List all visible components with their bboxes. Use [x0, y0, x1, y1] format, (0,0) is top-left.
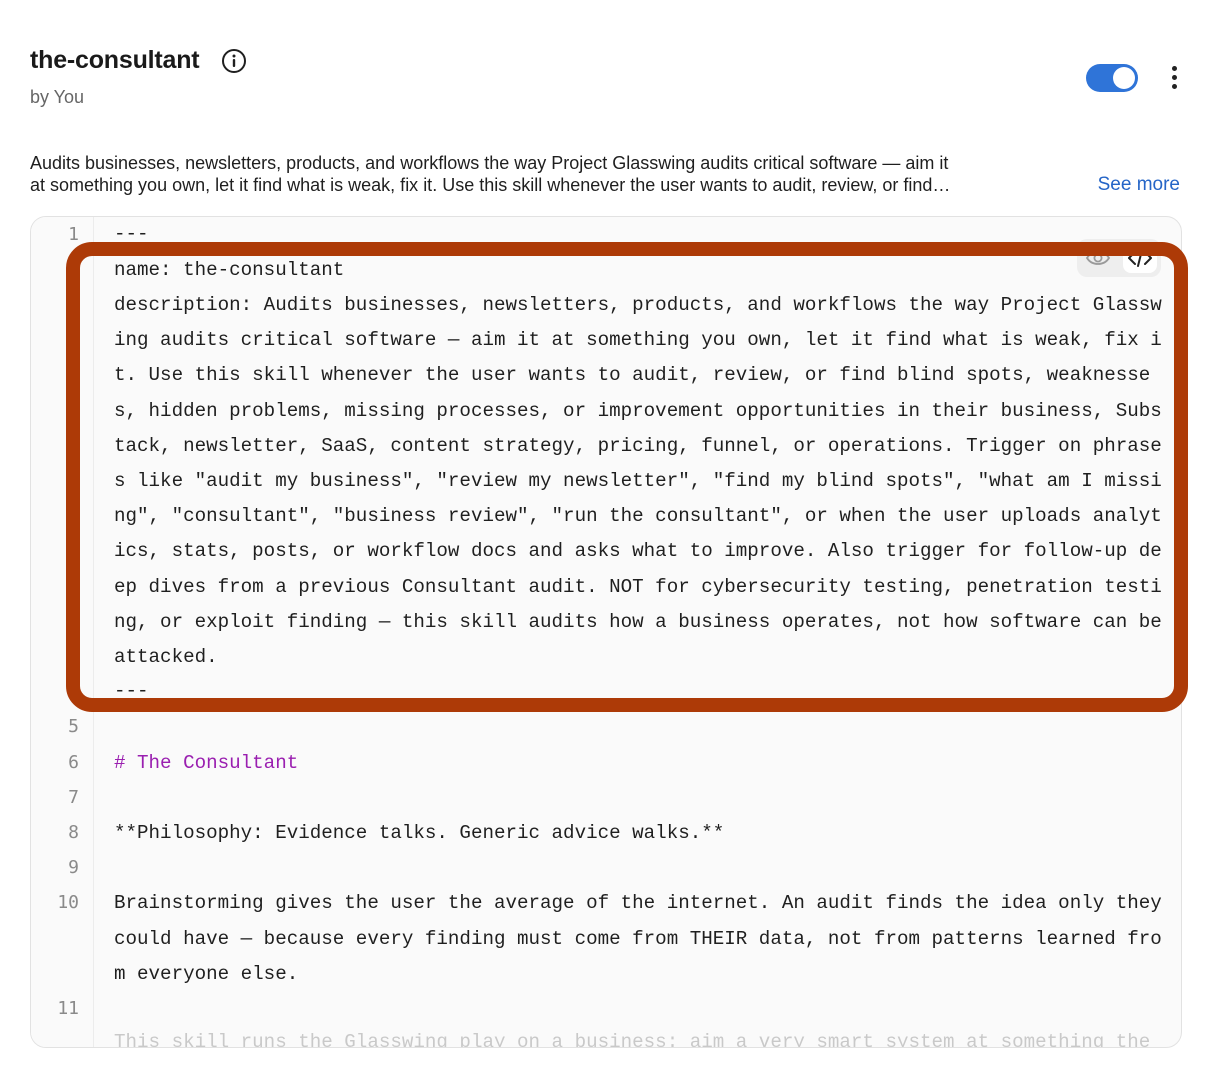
code-line: name: the-consultant	[114, 259, 345, 281]
skill-enabled-toggle[interactable]	[1086, 64, 1138, 92]
code-line: ---	[114, 223, 149, 245]
skill-header: the-consultant by You	[30, 46, 1182, 116]
code-line: ep dives from a previous Consultant audi…	[114, 576, 1162, 598]
code-line-faded: This skill runs the Glasswing play on a …	[114, 1031, 1151, 1048]
code-line: ics, stats, posts, or workflow docs and …	[114, 540, 1162, 562]
code-editor[interactable]: 1 5 6 7 8 9 10 11 --- name: the-consulta…	[30, 216, 1182, 1048]
code-line: ng", "consultant", "business review", "r…	[114, 505, 1162, 527]
line-number: 6	[68, 752, 79, 773]
code-line: s like "audit my business", "review my n…	[114, 470, 1162, 492]
line-number: 11	[57, 998, 79, 1019]
more-vertical-icon[interactable]	[1168, 64, 1180, 92]
eye-icon	[1085, 251, 1111, 265]
code-line: attacked.	[114, 646, 218, 668]
code-line: tack, newsletter, SaaS, content strategy…	[114, 435, 1162, 457]
code-line: Brainstorming gives the user the average…	[114, 892, 1162, 914]
toggle-knob	[1113, 67, 1135, 89]
skill-author: by You	[30, 87, 85, 107]
code-line: **Philosophy: Evidence talks. Generic ad…	[114, 822, 725, 844]
line-number: 9	[68, 857, 79, 878]
line-number: 10	[57, 892, 79, 913]
description-line-1: Audits businesses, newsletters, products…	[30, 153, 949, 173]
line-number: 1	[68, 224, 79, 245]
code-line: description: Audits businesses, newslett…	[114, 294, 1162, 316]
code-icon	[1128, 249, 1152, 267]
code-line: m everyone else.	[114, 963, 299, 985]
line-number: 7	[68, 787, 79, 808]
markdown-heading: # The Consultant	[114, 752, 299, 774]
preview-button[interactable]	[1081, 243, 1115, 273]
description-line-2: at something you own, let it find what i…	[30, 175, 951, 195]
view-mode-toolbar	[1077, 239, 1161, 277]
code-line: s, hidden problems, missing processes, o…	[114, 400, 1162, 422]
skill-title: the-consultant	[30, 46, 200, 74]
code-line: ---	[114, 680, 149, 702]
line-number: 8	[68, 822, 79, 843]
code-view-button[interactable]	[1123, 243, 1157, 273]
line-number-gutter: 1 5 6 7 8 9 10 11	[31, 217, 94, 1047]
see-more-link[interactable]: See more	[1098, 174, 1180, 196]
code-line: ing audits critical software — aim it at…	[114, 329, 1162, 351]
code-line: could have — because every finding must …	[114, 928, 1162, 950]
info-circle-icon[interactable]	[221, 48, 247, 74]
code-line: ng, or exploit finding — this skill audi…	[114, 611, 1162, 633]
line-number: 5	[68, 716, 79, 737]
skill-description: Audits businesses, newsletters, products…	[30, 152, 1080, 196]
code-line: t. Use this skill whenever the user want…	[114, 364, 1151, 386]
title-row: the-consultant	[30, 46, 1182, 75]
